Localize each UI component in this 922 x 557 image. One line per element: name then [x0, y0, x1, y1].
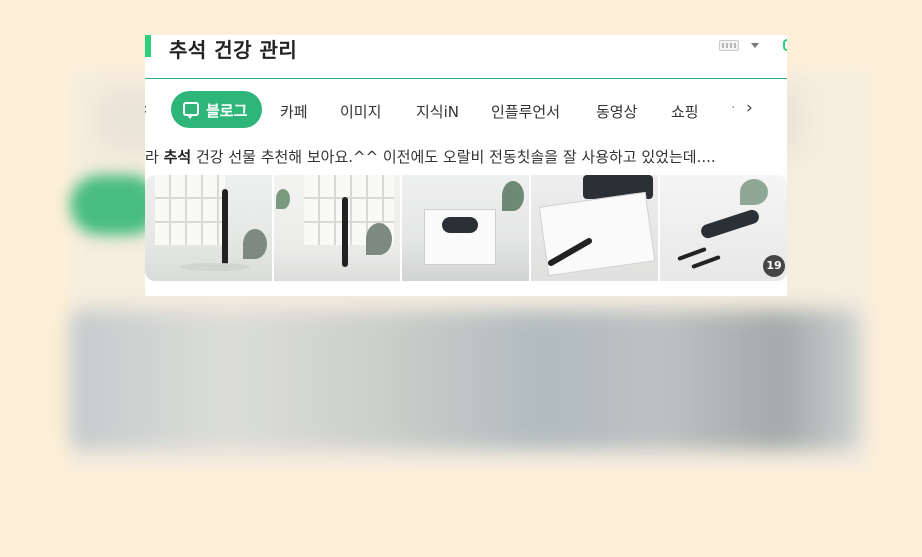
blurred-image-row: [70, 310, 860, 450]
image-count-badge: 19: [763, 255, 785, 277]
snippet-body: 건강 선물 추천해 보아요.^^ 이전에도 오랄비 전동칫솔을 잘 사용하고 있…: [191, 148, 716, 166]
chevron-down-icon[interactable]: [751, 43, 759, 48]
box-lid-shape: [442, 217, 478, 233]
snippet-prefix: 라: [145, 148, 164, 166]
tab-blog-label: 블로그: [206, 102, 248, 120]
toothbrush-shape: [222, 189, 228, 271]
plant-shape: [366, 223, 392, 255]
chevron-right-icon[interactable]: ›: [746, 98, 753, 118]
header-accent-bar: [145, 35, 151, 57]
blog-snippet-text[interactable]: 라 추석 건강 선물 추천해 보아요.^^ 이전에도 오랄비 전동칫솔을 잘 사…: [145, 146, 787, 167]
search-button-edge-icon[interactable]: [783, 39, 787, 51]
plant-shape: [243, 229, 267, 259]
chevron-left-icon[interactable]: ‹: [145, 99, 147, 118]
thumbnail-strip: 19: [145, 175, 787, 281]
blog-icon: [183, 102, 199, 119]
open-box-shape: [538, 191, 656, 277]
search-result-panel: 추석 건강 관리 ‹ 블로그 카페 이미지 지식iN 인플루언서 동영상 쇼핑 …: [145, 35, 787, 296]
snippet-highlight: 추석: [163, 148, 192, 166]
travel-case-shape: [699, 208, 761, 240]
tab-blog[interactable]: 블로그: [171, 91, 262, 128]
thumbnail-1[interactable]: [145, 175, 272, 281]
brush-head-shape: [677, 246, 707, 262]
stand-base: [180, 263, 250, 271]
tab-kin[interactable]: 지식iN: [416, 101, 459, 122]
brush-head-shape: [691, 254, 721, 270]
plant-shape: [276, 189, 290, 209]
tab-shopping[interactable]: 쇼핑: [671, 101, 699, 122]
tab-more-indicator: ·: [731, 100, 736, 116]
thumbnail-3[interactable]: [402, 175, 529, 281]
thumbnail-2[interactable]: [274, 175, 400, 281]
plant-shape: [740, 179, 768, 205]
thumbnail-5[interactable]: 19: [660, 175, 787, 281]
search-query-title[interactable]: 추석 건강 관리: [169, 35, 297, 63]
tab-influencer[interactable]: 인플루언서: [491, 101, 560, 122]
plant-shape: [502, 181, 524, 211]
thumbnail-4[interactable]: [531, 175, 658, 281]
tab-cafe[interactable]: 카페: [280, 101, 308, 122]
tab-image[interactable]: 이미지: [340, 101, 381, 122]
toothbrush-shape: [342, 197, 348, 267]
search-tabs: ‹ 블로그 카페 이미지 지식iN 인플루언서 동영상 쇼핑 · ›: [145, 90, 787, 130]
keyboard-icon[interactable]: [719, 40, 739, 51]
window-grid: [155, 175, 225, 245]
search-header: 추석 건강 관리: [145, 35, 787, 79]
tab-video[interactable]: 동영상: [596, 101, 637, 122]
